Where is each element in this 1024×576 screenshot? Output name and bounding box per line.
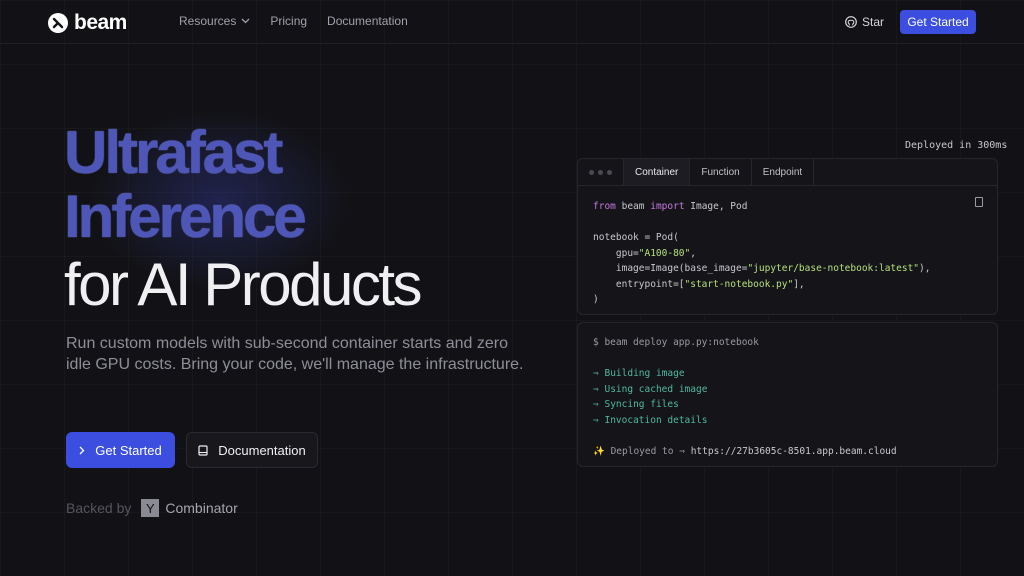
hero-title-line-1: Ultrafast (64, 119, 283, 186)
deployed-prefix: Deployed to (610, 446, 674, 458)
deploy-time-label: Deployed in 300ms (905, 140, 1008, 151)
terminal-panel: $ beam deploy app.py:notebook ⇒ Building… (577, 322, 998, 467)
code-block: from beam import Image, Pod notebook = Po… (578, 186, 997, 321)
hero-title-line-3: for AI Products (64, 251, 423, 318)
hero-documentation-button[interactable]: Documentation (186, 432, 318, 468)
code-line: entrypoint=["start-notebook.py"], (593, 278, 805, 290)
top-nav: beam Resources Pricing Documentation Sta… (0, 0, 1024, 44)
nav-link-pricing[interactable]: Pricing (270, 14, 307, 28)
nav-link-resources[interactable]: Resources (179, 14, 250, 28)
sparkle-icon: ✨ (593, 446, 605, 458)
window-dot (589, 169, 594, 175)
nav-link-label: Resources (179, 14, 237, 28)
nav-link-documentation[interactable]: Documentation (327, 14, 408, 28)
terminal-step: ⇒ Syncing files (593, 399, 679, 411)
copy-icon[interactable] (975, 197, 983, 207)
window-dot (598, 169, 603, 175)
chevron-down-icon (241, 18, 250, 24)
code-tabs: Container Function Endpoint (578, 159, 997, 186)
brand-logo[interactable]: beam (48, 11, 127, 35)
backed-by-label: Backed by (66, 500, 132, 516)
terminal-step: ⇒ Using cached image (593, 383, 708, 395)
tab-container[interactable]: Container (624, 159, 691, 185)
star-label: Star (862, 15, 885, 29)
code-panel: Container Function Endpoint from beam im… (577, 158, 998, 315)
book-icon (198, 444, 208, 456)
button-label: Get Started (95, 442, 162, 458)
y-combinator-logo: Y Combinator (141, 499, 238, 517)
github-icon (845, 16, 857, 28)
window-dots (578, 159, 624, 185)
code-line: notebook = Pod( (593, 232, 679, 243)
deployed-url[interactable]: https://27b3605c-8501.app.beam.cloud (691, 446, 897, 457)
brand-name: beam (74, 11, 127, 34)
code-line: ) (593, 294, 599, 305)
chevron-right-icon (79, 446, 85, 454)
terminal-deployed-line: ✨ Deployed to ⇒ https://27b3605c-8501.ap… (593, 446, 897, 458)
terminal-step: ⇒ Invocation details (593, 414, 708, 426)
code-line: gpu="A100-80", (593, 247, 696, 259)
tab-endpoint[interactable]: Endpoint (752, 159, 815, 185)
terminal-step: ⇒ Building image (593, 368, 685, 380)
yc-name: Combinator (165, 500, 238, 516)
code-line: from beam import Image, Pod (593, 201, 748, 212)
backed-by: Backed by Y Combinator (66, 499, 238, 517)
yc-mark: Y (141, 499, 160, 517)
hero-get-started-button[interactable]: Get Started (66, 432, 175, 468)
nav-get-started-button[interactable]: Get Started (900, 10, 976, 34)
button-label: Documentation (218, 442, 306, 458)
terminal-output: $ beam deploy app.py:notebook ⇒ Building… (578, 323, 997, 472)
hero-title-line-2: Inference (64, 183, 307, 250)
code-line: image=Image(base_image="jupyter/base-not… (593, 263, 931, 274)
window-dot (607, 169, 612, 175)
github-star-link[interactable]: Star (845, 15, 884, 29)
tab-function[interactable]: Function (690, 159, 752, 185)
terminal-command: $ beam deploy app.py:notebook (593, 337, 759, 348)
nav-links: Resources Pricing Documentation (179, 14, 408, 28)
beam-logo-icon (48, 13, 68, 33)
hero-subtitle: Run custom models with sub-second contai… (66, 335, 524, 373)
